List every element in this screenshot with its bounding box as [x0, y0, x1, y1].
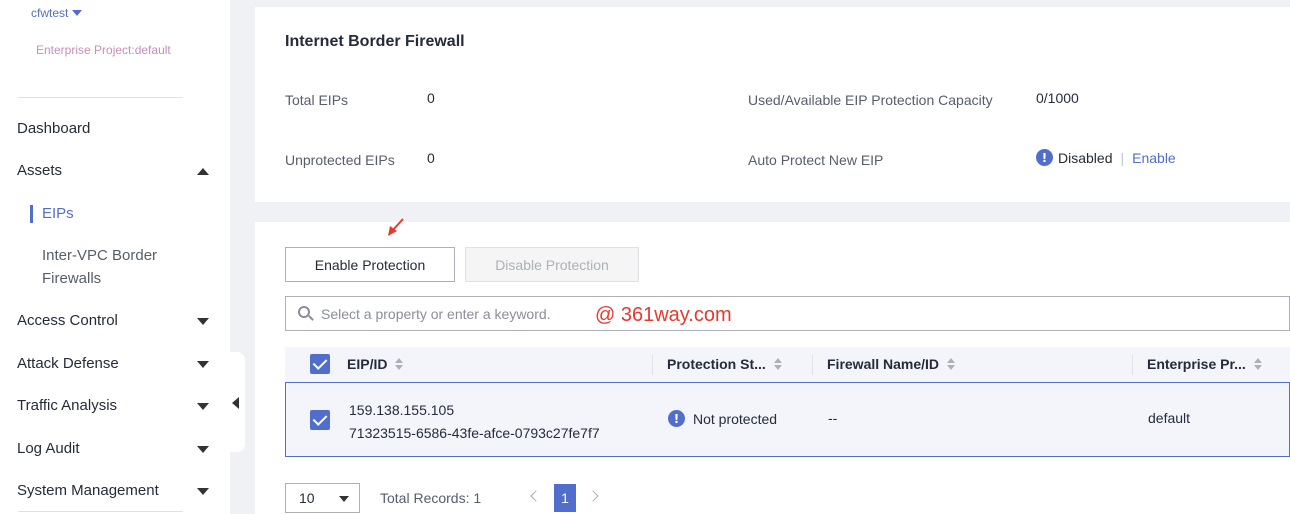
eip-address: 159.138.155.105	[349, 402, 455, 418]
caret-up-icon[interactable]	[197, 168, 209, 175]
page-number-current[interactable]: 1	[554, 484, 576, 512]
sidebar-item-dashboard[interactable]: Dashboard	[17, 120, 90, 137]
sidebar: cfwtest Enterprise Project:default Dashb…	[0, 0, 230, 514]
row-checkbox[interactable]	[310, 410, 330, 430]
summary-card: Internet Border Firewall Total EIPs 0 Us…	[255, 7, 1290, 202]
chevron-left-icon	[232, 397, 239, 409]
sidebar-subitem-inter-vpc[interactable]: Inter-VPC Border Firewalls	[42, 244, 182, 290]
search-input[interactable]	[321, 305, 581, 322]
column-firewall-name-id[interactable]: Firewall Name/ID	[827, 356, 956, 372]
table-header: EIP/ID Protection St... Firewall Name/ID…	[285, 347, 1290, 382]
sidebar-item-log-audit[interactable]: Log Audit	[17, 440, 80, 457]
search-bar[interactable]	[285, 296, 1290, 331]
column-separator	[812, 355, 813, 375]
chevron-right-icon[interactable]	[587, 490, 599, 502]
auto-protect-label: Auto Protect New EIP	[748, 152, 884, 168]
eip-id: 71323515-6586-43fe-afce-0793c27fe7f7	[349, 425, 600, 441]
chevron-left-icon[interactable]	[530, 490, 542, 502]
account-switcher[interactable]: cfwtest	[31, 6, 83, 20]
enable-protection-button[interactable]: Enable Protection	[285, 247, 455, 282]
caret-down-icon[interactable]	[197, 488, 209, 495]
sort-icon[interactable]	[947, 358, 956, 370]
sidebar-divider	[18, 97, 183, 98]
page-size-value: 10	[299, 490, 315, 506]
unprotected-eips-label: Unprotected EIPs	[285, 152, 395, 168]
sidebar-item-traffic-analysis[interactable]: Traffic Analysis	[17, 397, 117, 414]
caret-down-icon	[72, 10, 83, 16]
page-size-select[interactable]: 10	[285, 483, 360, 513]
caret-down-icon[interactable]	[197, 361, 209, 368]
total-eips-label: Total EIPs	[285, 92, 349, 108]
search-icon	[298, 306, 314, 321]
total-records: Total Records: 1	[380, 490, 482, 506]
total-eips-value: 0	[427, 90, 435, 106]
caret-down-icon	[339, 496, 349, 502]
info-icon: !	[668, 410, 685, 427]
unprotected-eips-value: 0	[427, 150, 435, 166]
eip-list-card: Enable Protection Disable Protection @ 3…	[255, 218, 1290, 514]
disable-protection-button: Disable Protection	[465, 247, 639, 282]
firewall-cell: --	[828, 410, 838, 426]
auto-protect-status: ! Disabled | Enable	[1036, 149, 1176, 166]
column-separator	[652, 355, 653, 375]
sort-icon[interactable]	[395, 358, 404, 370]
sidebar-collapse-handle[interactable]	[229, 352, 245, 452]
sort-icon[interactable]	[1253, 358, 1262, 370]
column-protection-status[interactable]: Protection St...	[667, 356, 782, 372]
sort-icon[interactable]	[773, 358, 782, 370]
sidebar-item-assets[interactable]: Assets	[17, 162, 62, 179]
column-eip-id[interactable]: EIP/ID	[347, 356, 404, 372]
caret-down-icon[interactable]	[197, 318, 209, 325]
caret-down-icon[interactable]	[197, 403, 209, 410]
active-indicator	[30, 205, 33, 223]
protection-status-cell: ! Not protected	[668, 410, 777, 427]
capacity-value: 0/1000	[1036, 90, 1079, 106]
sidebar-divider	[18, 511, 183, 512]
watermark: @ 361way.com	[595, 304, 732, 326]
page-title: Internet Border Firewall	[285, 33, 465, 50]
sidebar-item-system-management[interactable]: System Management	[17, 482, 159, 499]
auto-protect-status-text: Disabled	[1058, 149, 1113, 166]
sidebar-item-access-control[interactable]: Access Control	[17, 312, 118, 329]
table-row[interactable]: 159.138.155.105 71323515-6586-43fe-afce-…	[285, 382, 1290, 457]
enterprise-project[interactable]: Enterprise Project:default	[36, 43, 171, 57]
column-separator	[1132, 355, 1133, 375]
separator: |	[1120, 149, 1125, 166]
select-all-checkbox[interactable]	[310, 354, 330, 374]
capacity-label: Used/Available EIP Protection Capacity	[748, 92, 993, 108]
annotation-arrow-icon	[388, 218, 404, 236]
enterprise-project-cell: default	[1148, 410, 1191, 426]
info-icon: !	[1036, 149, 1053, 166]
account-name: cfwtest	[31, 6, 69, 20]
column-enterprise-project[interactable]: Enterprise Pr...	[1147, 356, 1262, 372]
sidebar-item-attack-defense[interactable]: Attack Defense	[17, 355, 119, 372]
eip-cell: 159.138.155.105 71323515-6586-43fe-afce-…	[349, 399, 600, 445]
enable-auto-protect-link[interactable]: Enable	[1132, 150, 1176, 166]
protection-status-text: Not protected	[693, 410, 778, 427]
caret-down-icon[interactable]	[197, 446, 209, 453]
sidebar-subitem-eips[interactable]: EIPs	[42, 202, 74, 225]
